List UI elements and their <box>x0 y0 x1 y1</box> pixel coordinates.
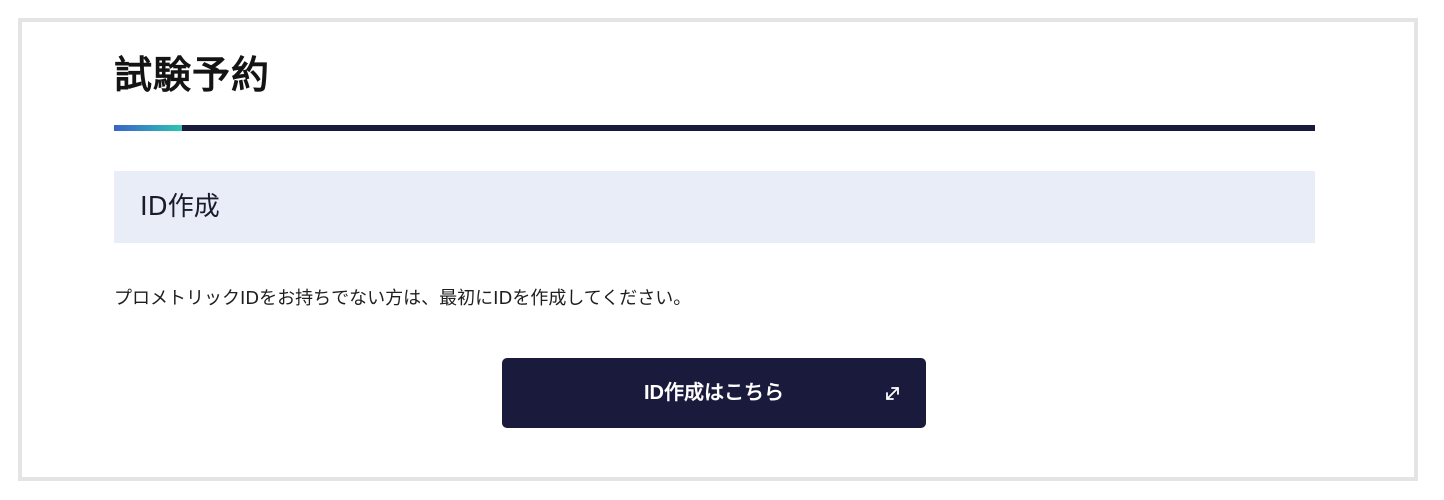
title-underline <box>114 125 1315 131</box>
title-underline-accent <box>114 125 182 131</box>
section-description: プロメトリックIDをお持ちでない方は、最初にIDを作成してください。 <box>114 288 692 309</box>
create-id-button[interactable]: ID作成はこちら <box>502 358 926 428</box>
external-link-icon <box>886 387 899 400</box>
create-id-button-label: ID作成はこちら <box>644 382 784 404</box>
section-header: ID作成 <box>114 171 1315 243</box>
section-heading: ID作成 <box>140 192 220 222</box>
page-title: 試験予約 <box>114 53 271 97</box>
